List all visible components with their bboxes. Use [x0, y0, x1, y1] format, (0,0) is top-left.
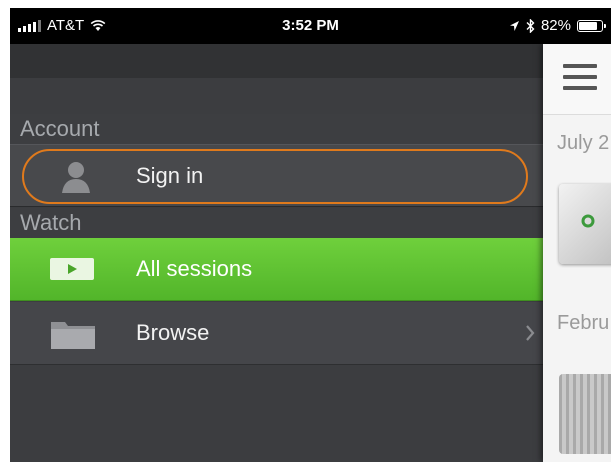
hamburger-menu-icon[interactable] — [563, 64, 597, 97]
bluetooth-icon — [526, 18, 535, 33]
play-icon — [50, 258, 94, 280]
session-thumbnail[interactable] — [559, 184, 611, 264]
recycle-icon — [581, 214, 595, 228]
location-icon — [509, 20, 519, 31]
chevron-right-icon — [526, 325, 535, 341]
sign-in-label: Sign in — [136, 162, 204, 188]
section-header-watch: Watch — [10, 208, 543, 238]
all-sessions-label: All sessions — [136, 256, 253, 281]
folder-icon — [51, 322, 95, 349]
battery-percent: 82% — [540, 17, 571, 34]
device-screen: AT&T 3:52 PM 82% Account Sign in Watch A… — [10, 8, 611, 462]
sign-in-button[interactable]: Sign in — [10, 144, 543, 207]
date-label-february: Febru — [557, 312, 610, 334]
browse-label: Browse — [136, 320, 210, 345]
content-panel[interactable]: July 2 Febru — [543, 44, 611, 462]
battery-icon — [577, 19, 606, 32]
date-label-july: July 2 — [557, 132, 610, 154]
navigation-drawer: Account Sign in Watch All sessions Brows… — [10, 44, 543, 462]
status-bar: AT&T 3:52 PM 82% — [10, 8, 611, 44]
section-header-account: Account — [10, 114, 543, 144]
browse-item[interactable]: Browse — [10, 302, 543, 365]
session-thumbnail[interactable] — [559, 374, 611, 454]
battery-fill — [579, 21, 597, 30]
highlight-ring — [22, 149, 528, 204]
all-sessions-item[interactable]: All sessions — [10, 238, 543, 301]
person-icon — [62, 162, 90, 193]
status-right: 82% — [509, 17, 606, 34]
